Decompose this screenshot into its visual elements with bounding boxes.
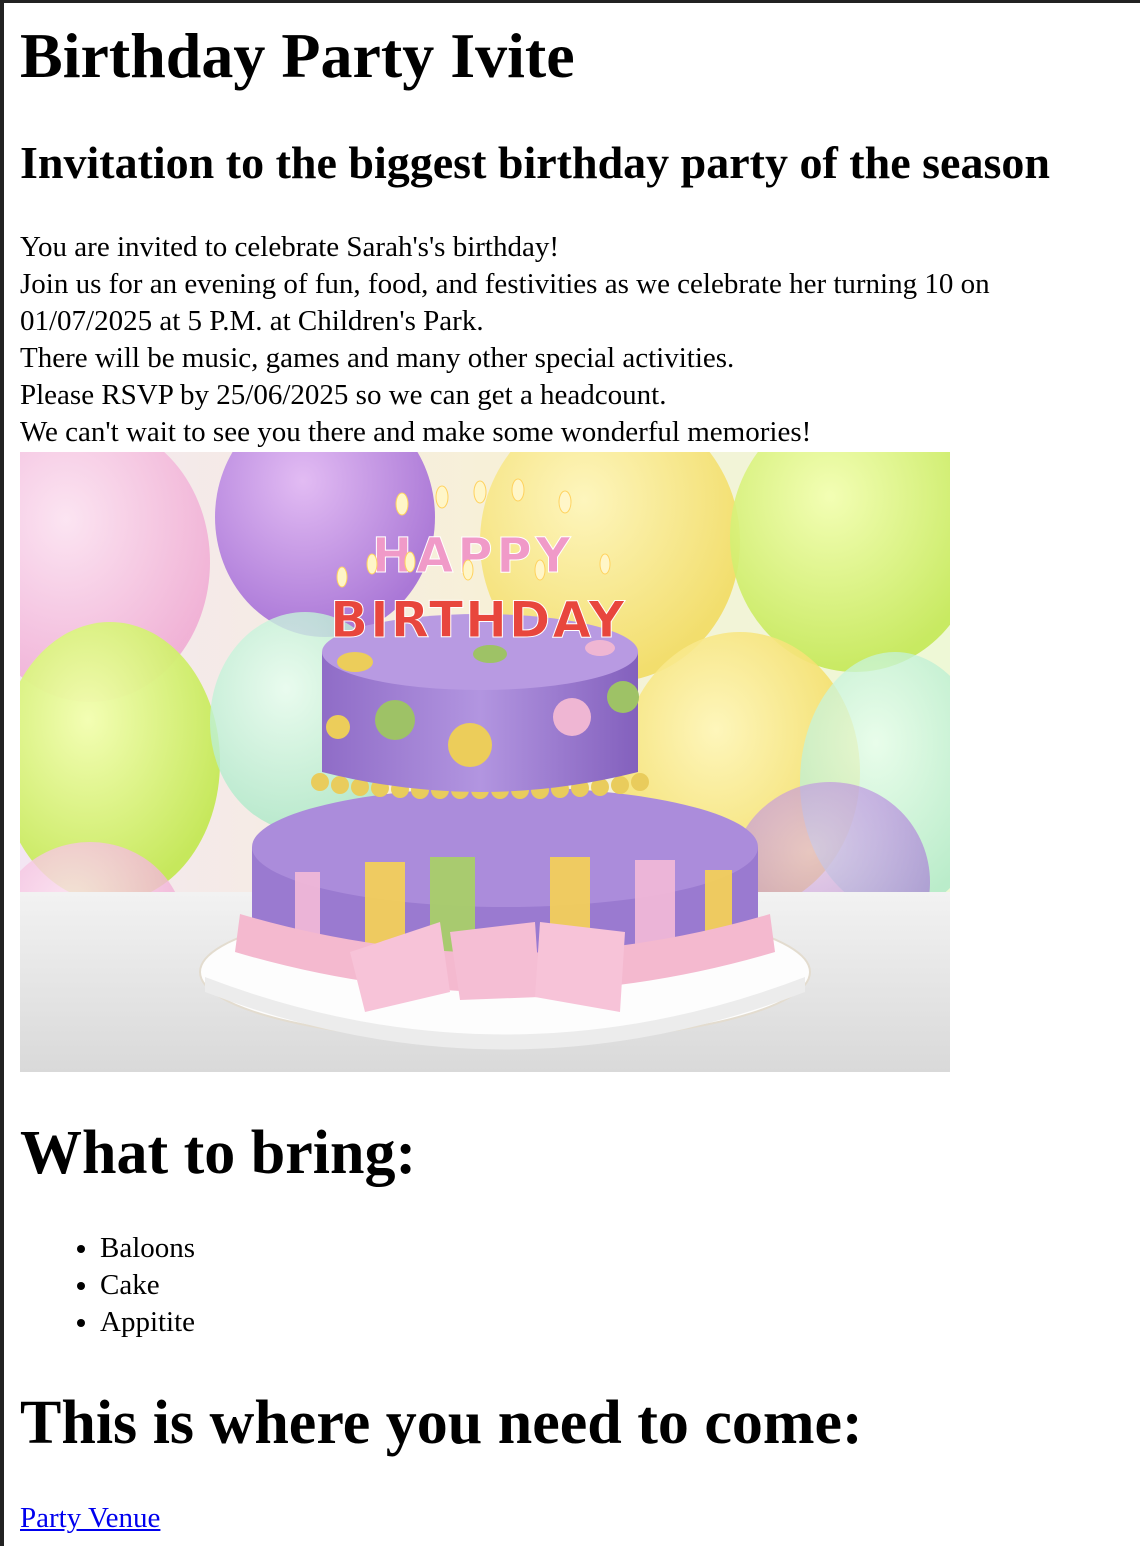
- intro-line: There will be music, games and many othe…: [20, 342, 735, 374]
- window-left-border: [0, 0, 4, 1546]
- intro-line: Join us for an evening of fun, food, and…: [20, 268, 990, 337]
- intro-line: We can't wait to see you there and make …: [20, 416, 812, 448]
- bring-list: Baloons Cake Appitite: [20, 1230, 195, 1341]
- venue-heading: This is where you need to come:: [20, 1389, 863, 1457]
- what-to-bring-heading: What to bring:: [20, 1119, 417, 1187]
- list-item: Appitite: [100, 1304, 195, 1341]
- list-item: Baloons: [100, 1230, 195, 1267]
- page-title: Birthday Party Ivite: [20, 20, 575, 91]
- page-subtitle: Invitation to the biggest birthday party…: [20, 137, 1050, 188]
- intro-line: You are invited to celebrate Sarah's's b…: [20, 231, 560, 263]
- cake-candle-text-bottom: BIRTHDAY: [330, 591, 627, 649]
- window-top-border: [0, 0, 1140, 3]
- invitation-text: You are invited to celebrate Sarah's's b…: [20, 229, 1110, 451]
- intro-line: Please RSVP by 25/06/2025 so we can get …: [20, 379, 667, 411]
- list-item: Cake: [100, 1267, 195, 1304]
- birthday-cake-image: HAPPY BIRTHDAY: [20, 452, 950, 1072]
- party-venue-link[interactable]: Party Venue: [20, 1500, 160, 1537]
